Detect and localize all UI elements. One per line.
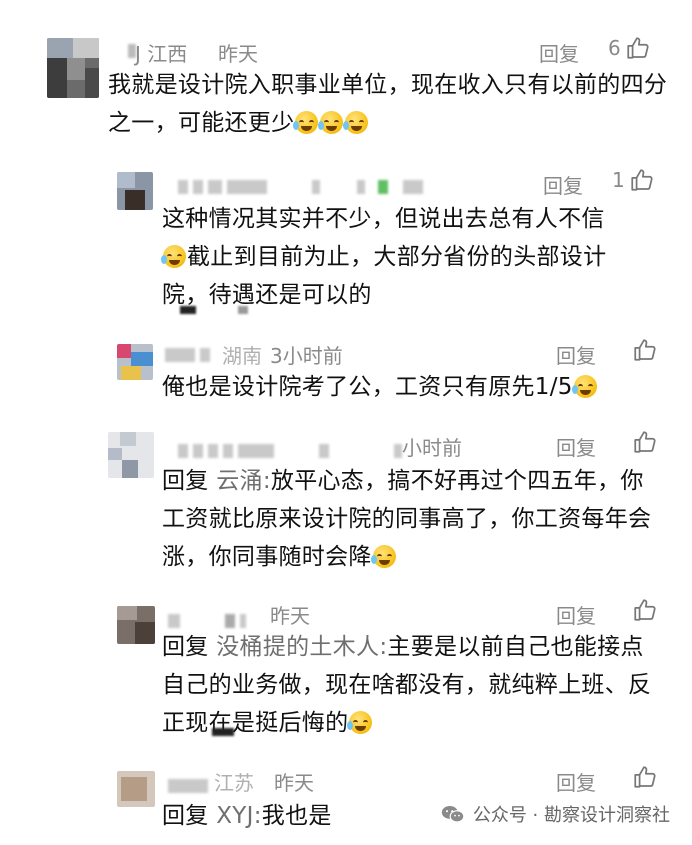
avatar[interactable] (117, 172, 153, 210)
avatar[interactable] (108, 432, 154, 478)
redaction-mark (212, 728, 234, 736)
reply-button[interactable]: 回复 (556, 340, 596, 369)
user-location: J 江西 (135, 42, 188, 66)
reply-prefix: 回复 (162, 803, 209, 829)
thumbs-up-icon (631, 169, 653, 191)
reply-button[interactable]: 回复 (543, 170, 583, 199)
reply-prefix: 回复 (162, 468, 209, 494)
username-blurred[interactable] (178, 442, 402, 460)
cry-laugh-emoji (571, 375, 597, 398)
source-watermark: 公众号 · 勘察设计洞察社 (441, 801, 670, 827)
comment-text: 回复 没桶提的土木人:主要是以前自己也能接点自己的业务做，现在啥都没有，就纯粹上… (162, 634, 652, 736)
reply-button[interactable]: 回复 (556, 432, 596, 461)
thumbs-up-icon (634, 431, 656, 453)
wechat-icon (441, 806, 465, 823)
avatar[interactable] (117, 606, 155, 644)
avatar[interactable] (47, 38, 99, 98)
cry-laugh-emoji (343, 111, 369, 134)
like-button[interactable] (628, 764, 658, 790)
comment-1: J 江西 昨天 回复 6 我就是设计院入职事业单位，现在收入只有以前的四分之一，… (0, 0, 692, 160)
reply-target-name[interactable]: 没桶提的土木人: (216, 634, 387, 660)
reply-button[interactable]: 回复 (539, 38, 579, 67)
comment-6: 江苏 昨天 回复 回复 XYJ:我也是 (0, 755, 692, 845)
thumbs-up-icon (627, 37, 649, 59)
reply-prefix: 回复 (162, 634, 209, 660)
comment-time: 昨天 (270, 604, 310, 628)
like-button[interactable] (628, 429, 658, 455)
comment-time: 昨天 (218, 42, 258, 66)
user-location: 湖南 (222, 344, 262, 368)
like-button[interactable]: 6 (608, 35, 651, 61)
avatar[interactable] (117, 344, 153, 380)
reply-target-name[interactable]: 云涌: (216, 468, 271, 494)
comment-time: 小时前 (402, 436, 462, 460)
cry-laugh-emoji (318, 111, 344, 134)
cry-laugh-emoji (347, 711, 373, 734)
comment-text: 这种情况其实并不少，但说出去总有人不信 截止到目前为止，大部分省份的头部设计院，待… (161, 206, 607, 308)
comment-time: 3小时前 (270, 344, 343, 368)
comment-4: 小时前 回复 回复 云涌:放平心态，搞不好再过个四五年，你工资就比原来设计院的同… (0, 420, 692, 590)
username-blurred[interactable] (165, 346, 210, 364)
user-location: 江苏 (214, 771, 254, 795)
comment-text: 我就是设计院入职事业单位，现在收入只有以前的四分之一，可能还更少 (108, 72, 668, 136)
reply-target-name[interactable]: XYJ: (216, 803, 262, 829)
cry-laugh-emoji (370, 545, 396, 568)
reply-button[interactable]: 回复 (556, 600, 596, 629)
username-blurred[interactable] (168, 777, 208, 795)
comment-text: 回复 云涌:放平心态，搞不好再过个四五年，你工资就比原来设计院的同事高了，你工资… (162, 468, 652, 570)
cry-laugh-emoji (161, 245, 186, 268)
thumbs-up-icon (634, 339, 656, 361)
comment-5: 昨天 回复 回复 没桶提的土木人:主要是以前自己也能接点自己的业务做，现在啥都没… (0, 590, 692, 755)
username-blurred[interactable] (178, 178, 423, 196)
like-button[interactable] (628, 337, 658, 363)
comment-text: 回复 XYJ:我也是 (162, 803, 332, 829)
comment-2: 回复 1 这种情况其实并不少，但说出去总有人不信 截止到目前为止，大部分省份的头部… (0, 160, 692, 330)
redaction-mark (180, 306, 196, 314)
comment-3: 湖南 3小时前 回复 俺也是设计院考了公，工资只有原先1/5 (0, 330, 692, 420)
cry-laugh-emoji (293, 111, 319, 134)
avatar[interactable] (117, 771, 155, 807)
thumbs-up-icon (634, 766, 656, 788)
comment-time: 昨天 (274, 771, 314, 795)
like-button[interactable] (628, 597, 658, 623)
thumbs-up-icon (634, 599, 656, 621)
comment-text: 俺也是设计院考了公，工资只有原先1/5 (162, 368, 662, 406)
like-count: 1 (612, 168, 625, 192)
like-button[interactable]: 1 (612, 167, 655, 193)
reply-button[interactable]: 回复 (556, 767, 596, 796)
like-count: 6 (608, 36, 621, 60)
redaction-mark (238, 306, 248, 314)
source-text: 公众号 · 勘察设计洞察社 (472, 805, 670, 826)
